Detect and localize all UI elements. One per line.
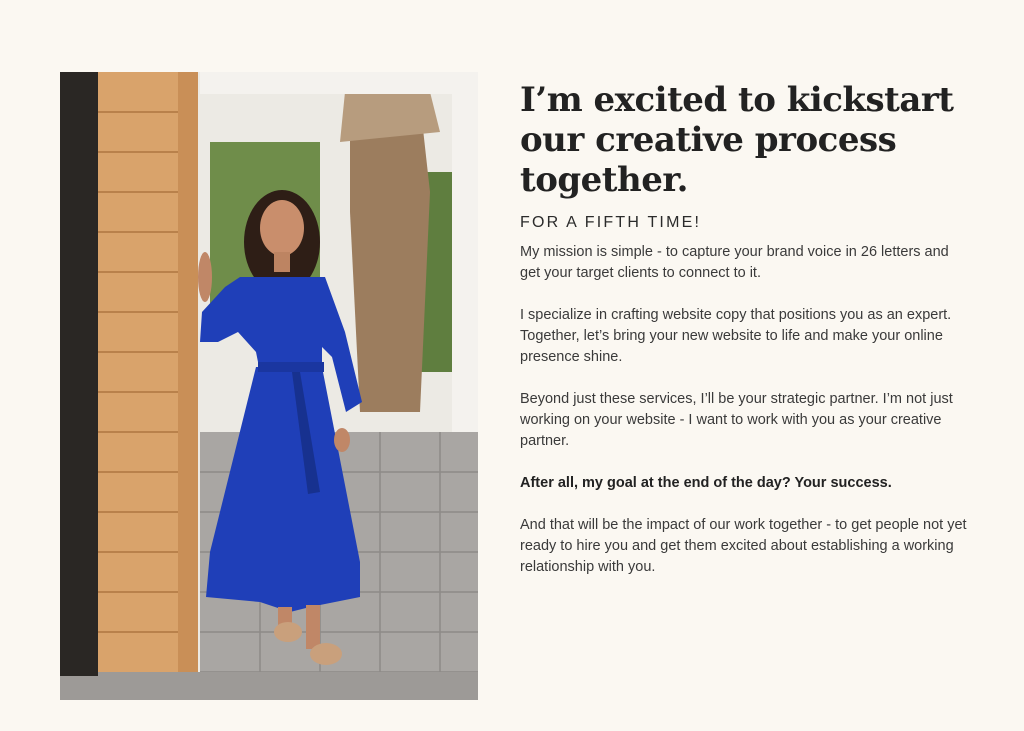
portrait-illustration — [60, 72, 478, 700]
door-edge — [60, 72, 98, 676]
paragraph-impact: And that will be the impact of our work … — [520, 517, 967, 575]
subheading: FOR A FIFTH TIME! — [520, 214, 702, 231]
page-title: I’m excited to kickstart our creative pr… — [520, 80, 970, 200]
portrait-photo — [60, 72, 478, 700]
paragraph-partner: Beyond just these services, I’ll be your… — [520, 391, 953, 449]
text-column: I’m excited to kickstart our creative pr… — [520, 80, 970, 599]
title-line-3: together. — [520, 160, 688, 200]
palm-trunk — [350, 102, 430, 412]
paragraph-specialize: I specialize in crafting website copy th… — [520, 307, 952, 365]
title-line-2: our creative process — [520, 120, 897, 160]
title-line-1: I’m excited to kickstart — [520, 80, 954, 120]
paragraph-mission: My mission is simple - to capture your b… — [520, 244, 949, 281]
paragraph-goal: After all, my goal at the end of the day… — [520, 475, 892, 491]
